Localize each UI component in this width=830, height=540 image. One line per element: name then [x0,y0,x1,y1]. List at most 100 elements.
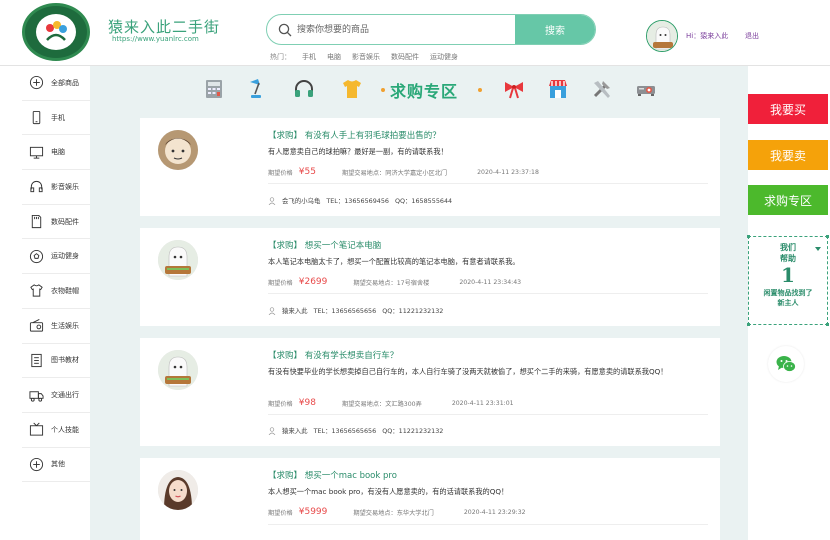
cartoon-face-avatar-icon [158,130,198,170]
sidebar-item-digital[interactable]: 数码配件 [22,205,90,240]
sidebar-item-books[interactable]: 图书教材 [22,344,90,379]
ghost-avatar-icon [158,350,198,390]
sidebar-item-computer[interactable]: 电脑 [22,135,90,171]
headphones-icon [28,179,44,195]
logout-link[interactable]: 退出 [745,31,759,41]
projector-icon[interactable] [634,77,658,101]
user-avatar[interactable] [646,20,678,52]
headphones-icon[interactable] [292,77,316,101]
hot-item-digital[interactable]: 数码配件 [391,52,419,62]
poster-tel: TEL：13656565656 [313,427,377,435]
post-time: 2020-4-11 23:29:32 [463,508,526,516]
post-time: 2020-4-11 23:31:01 [451,399,514,407]
monitor-icon [28,144,44,160]
price-label: 期望价格 [268,400,293,408]
wechat-button[interactable] [768,346,804,382]
search-button[interactable]: 搜索 [515,15,595,44]
post-divider [268,524,708,525]
poster-qq: QQ：1658555644 [394,197,453,205]
post-meta: 期望价格 ¥2699 期望交易地点： 17号宿舍楼 2020-4-11 23:3… [268,277,521,287]
calculator-icon[interactable] [202,77,226,101]
desk-lamp-icon[interactable] [246,77,270,101]
sell-button[interactable]: 我要卖 [748,140,828,170]
poster-tel: TEL：13656569456 [326,197,389,205]
sidebar-item-label: 衣物鞋帽 [51,286,79,295]
user-icon [268,426,276,435]
buy-button[interactable]: 我要买 [748,94,828,124]
bow-icon[interactable] [502,77,526,101]
sidebar-item-label: 电脑 [51,148,65,157]
user-greeting[interactable]: Hi：猿来入此 [686,31,728,41]
poster-avatar[interactable] [158,470,198,510]
header: 猿来入此二手街 https://www.yuanlrc.com 搜索 热门： 手… [0,0,830,66]
hot-item-phone[interactable]: 手机 [302,52,316,62]
post-location: 17号宿舍楼 [396,279,430,287]
poster-avatar[interactable] [158,350,198,390]
help-count: 1 [781,263,795,287]
poster-name: 猿来入此 [282,307,308,315]
phone-icon [28,110,44,126]
hot-label: 热门： [270,53,291,61]
football-icon [28,248,44,264]
sidebar-item-all[interactable]: 全部商品 [22,66,90,101]
search-input[interactable] [297,15,515,44]
post-title[interactable]: 【求购】 想买一个mac book pro [268,469,397,481]
sidebar-item-av[interactable]: 影音娱乐 [22,170,90,205]
sidebar-item-label: 手机 [51,113,65,122]
sidebar-item-clothes[interactable]: 衣物鞋帽 [22,274,90,309]
university-logo[interactable] [22,3,90,61]
page: 猿来入此二手街 https://www.yuanlrc.com 搜索 热门： 手… [0,0,830,540]
site-url[interactable]: https://www.yuanlrc.com [112,35,199,43]
post-price: ¥55 [298,167,316,177]
sd-card-icon [28,214,44,230]
woman-avatar-icon [158,470,198,510]
sidebar-item-label: 交通出行 [51,391,79,400]
help-text-found: 闲置物品找到了 [763,288,813,297]
sidebar-item-other[interactable]: 其他 [22,448,90,483]
post-divider [268,183,708,184]
wanted-post-3[interactable]: 【求购】 有没有学长想卖自行车？ 有没有快要毕业的学长想卖掉自己自行车的，本人自… [140,338,720,446]
wanted-post-4[interactable]: 【求购】 想买一个mac book pro 本人想买一个mac book pro… [140,458,720,540]
post-contact: 会飞的小乌龟 TEL：13656569456 QQ：1658555644 [268,196,452,205]
post-divider [268,414,708,415]
post-title[interactable]: 【求购】 想买一个笔记本电脑 [268,239,381,251]
post-contact: 猿来入此 TEL：13656565656 QQ：11221232132 [268,306,443,315]
location-label: 期望交易地点： [341,400,386,408]
sidebar-item-transport[interactable]: 交通出行 [22,378,90,413]
post-meta: 期望价格 ¥98 期望交易地点： 文汇路300弄 2020-4-11 23:31… [268,398,514,408]
banner-dot-left [381,88,385,92]
hot-item-av[interactable]: 影音娱乐 [352,52,380,62]
sidebar-item-skills[interactable]: 个人技能 [22,413,90,448]
hot-item-sports[interactable]: 运动健身 [430,52,458,62]
sidebar-item-sports[interactable]: 运动健身 [22,239,90,275]
search-icon [278,23,292,37]
tshirt-icon[interactable] [340,77,364,101]
poster-qq: QQ：11221232132 [382,427,444,435]
tools-icon[interactable] [590,77,614,101]
post-contact: 猿来入此 TEL：13656565656 QQ：11221232132 [268,426,443,435]
sidebar-item-phone[interactable]: 手机 [22,101,90,136]
location-label: 期望交易地点： [353,279,397,287]
wanted-zone-button[interactable]: 求购专区 [748,185,828,215]
post-meta: 期望价格 ¥5999 期望交易地点： 东华大学北门 2020-4-11 23:2… [268,507,526,517]
hot-item-computer[interactable]: 电脑 [327,52,341,62]
shop-icon[interactable] [546,77,570,101]
logo-emblem-icon [46,21,67,41]
post-description: 有人愿意卖自己的球拍嘛？最好是一副，有的请联系我！ [268,147,448,156]
ghost-avatar-icon [647,21,677,51]
sidebar-item-label: 数码配件 [51,217,79,226]
hot-searches: 热门： 手机 电脑 影音娱乐 数码配件 运动健身 [270,52,458,62]
truck-icon [28,387,44,403]
plus-circle-icon [28,456,44,472]
post-divider [268,293,708,294]
wanted-post-2[interactable]: 【求购】 想买一个笔记本电脑 本人笔记本电脑太卡了，想买一个配置比较高的笔记本电… [140,228,720,326]
poster-avatar[interactable] [158,240,198,280]
post-description: 本人笔记本电脑太卡了，想买一个配置比较高的笔记本电脑，有意者请联系我。 [268,257,520,266]
post-title[interactable]: 【求购】 有没有人手上有羽毛球拍要出售的？ [268,129,441,141]
sidebar-item-label: 个人技能 [51,425,79,434]
poster-avatar[interactable] [158,130,198,170]
wanted-post-1[interactable]: 【求购】 有没有人手上有羽毛球拍要出售的？ 有人愿意卖自己的球拍嘛？最好是一副，… [140,118,720,216]
site-name[interactable]: 猿来入此二手街 [108,16,220,37]
post-title[interactable]: 【求购】 有没有学长想卖自行车？ [268,349,398,361]
sidebar-item-life[interactable]: 生活娱乐 [22,309,90,344]
